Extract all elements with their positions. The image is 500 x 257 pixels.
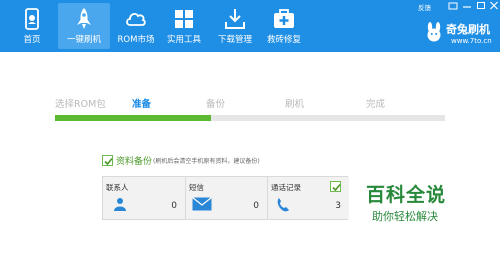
- watermark-subtitle: 助你轻松解决: [372, 210, 438, 223]
- step-backup: 备份: [206, 99, 226, 110]
- nav-home[interactable]: 首页: [6, 3, 58, 49]
- minimize-icon[interactable]: [462, 1, 472, 10]
- backup-label: 资料备份: [116, 157, 153, 167]
- backup-checkbox[interactable]: [102, 155, 113, 166]
- download-icon: [225, 9, 245, 29]
- nav-one-click-flash[interactable]: 一键刷机: [58, 3, 110, 49]
- contacts-count: 0: [171, 201, 177, 211]
- phone-home-icon: [25, 8, 39, 30]
- watermark-title: 百科全说: [366, 184, 447, 206]
- feedback-link[interactable]: 反馈: [418, 2, 431, 12]
- rocket-icon: [77, 8, 91, 29]
- skin-icon[interactable]: [448, 1, 458, 10]
- nav-rom-market[interactable]: ROM市场: [110, 3, 162, 49]
- nav-download-manager-label: 下载管理: [217, 35, 252, 45]
- sms-count: 0: [253, 201, 259, 211]
- nav-brick-repair-label: 救砖修复: [266, 35, 301, 45]
- maximize-icon[interactable]: [476, 1, 486, 10]
- backup-item-contacts[interactable]: 联系人 0: [103, 177, 185, 219]
- top-toolbar: 首页 一键刷机 ROM市场 实用工具 下载管理 救砖修复 反馈 奇兔刷机 www…: [0, 0, 500, 52]
- nav-brick-repair[interactable]: 救砖修复: [258, 3, 310, 49]
- call-log-title: 通话记录: [271, 183, 301, 192]
- envelope-icon: [192, 197, 212, 211]
- step-flash: 刷机: [285, 99, 305, 110]
- call-log-count: 3: [335, 201, 341, 211]
- checkmark-icon: [104, 157, 113, 166]
- checkmark-icon: [332, 183, 341, 192]
- backup-note: (刷机后会清空手机原有资料，建议备份): [153, 158, 260, 165]
- backup-item-call-log[interactable]: 通话记录 3: [267, 177, 349, 219]
- backup-item-sms[interactable]: 短信 0: [185, 177, 267, 219]
- progress-bar: [55, 115, 445, 121]
- brand-name: 奇兔刷机: [446, 23, 490, 36]
- nav-utilities-label: 实用工具: [166, 35, 201, 45]
- medkit-icon: [274, 9, 294, 28]
- call-log-checkbox[interactable]: [330, 181, 341, 192]
- nav-utilities[interactable]: 实用工具: [158, 3, 210, 49]
- sms-title: 短信: [189, 183, 204, 192]
- grid-icon: [175, 10, 193, 28]
- rabbit-logo-icon: [427, 22, 441, 42]
- contacts-title: 联系人: [106, 183, 129, 192]
- phone-handset-icon: [277, 198, 289, 212]
- nav-rom-market-label: ROM市场: [117, 35, 155, 45]
- nav-one-click-flash-label: 一键刷机: [66, 35, 101, 45]
- step-complete: 完成: [366, 99, 386, 110]
- close-icon[interactable]: [489, 1, 499, 10]
- brand-url: www.7to.cn: [451, 37, 492, 45]
- nav-download-manager[interactable]: 下载管理: [209, 3, 261, 49]
- backup-items-grid: 联系人 0 短信 0 通话记录 3: [102, 176, 349, 220]
- nav-home-label: 首页: [23, 35, 41, 45]
- contact-person-icon: [114, 198, 126, 211]
- cloud-icon: [126, 12, 146, 26]
- progress-fill: [55, 115, 211, 121]
- step-select-rom: 选择ROM包: [55, 99, 106, 110]
- step-prepare: 准备: [132, 99, 152, 110]
